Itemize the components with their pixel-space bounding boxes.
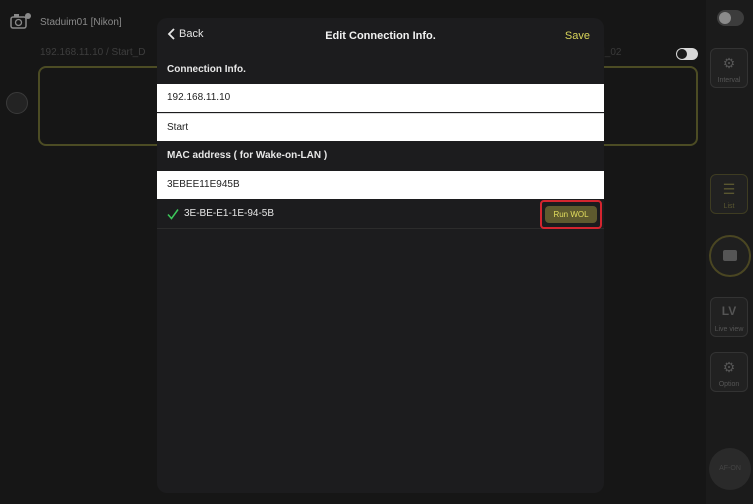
interval-button[interactable]: ⚙ Interval: [710, 48, 748, 88]
mac-address-field[interactable]: 3EBEE11E945B: [157, 171, 604, 199]
live-view-label: Live view: [714, 326, 744, 333]
mac-formatted-value: 3E-BE-E1-1E-94-5B: [184, 208, 275, 219]
list-icon: ☰: [722, 181, 736, 197]
modal-navigation-bar: Back Edit Connection Info. Save: [157, 18, 604, 54]
af-on-button[interactable]: AF-ON: [709, 448, 751, 490]
option-label: Option: [718, 381, 740, 388]
background-camera-icon[interactable]: [6, 92, 28, 114]
interval-label: Interval: [717, 77, 741, 84]
option-button[interactable]: ⚙ Option: [710, 352, 748, 392]
app-screen: Staduim01 [Nikon] 192.168.11.10 / Start_…: [0, 0, 753, 504]
gear-icon: ⚙: [722, 359, 736, 375]
list-button[interactable]: ☰ List: [710, 174, 748, 214]
modal-title: Edit Connection Info.: [325, 30, 436, 42]
panel-toggle[interactable]: [717, 10, 744, 26]
mac-status-row: 3E-BE-E1-1E-94-5B Run WOL: [157, 200, 604, 229]
live-view-button[interactable]: LV Live view: [710, 297, 748, 337]
checkmark-icon: [167, 209, 179, 220]
interval-icon: ⚙: [722, 55, 736, 71]
edit-connection-modal: Back Edit Connection Info. Save Connecti…: [157, 18, 604, 493]
save-button[interactable]: Save: [565, 30, 590, 42]
connection-info-header: Connection Info.: [167, 64, 246, 75]
background-toggle[interactable]: [676, 48, 698, 60]
live-view-icon: LV: [721, 304, 737, 318]
mac-address-header: MAC address ( for Wake-on-LAN ): [167, 150, 328, 161]
background-connection-line: 192.168.11.10 / Start_D: [40, 47, 146, 58]
camera-name: Staduim01 [Nikon]: [40, 17, 122, 28]
run-wol-button[interactable]: Run WOL: [545, 206, 597, 223]
right-control-panel: ⚙ Interval ☰ List LV Live view ⚙ Option …: [706, 0, 753, 504]
connection-name-field[interactable]: Start: [157, 113, 604, 141]
list-label: List: [723, 203, 735, 210]
shutter-button[interactable]: [709, 235, 751, 277]
ip-address-field[interactable]: 192.168.11.10: [157, 84, 604, 112]
camera-settings-icon: [10, 13, 31, 29]
